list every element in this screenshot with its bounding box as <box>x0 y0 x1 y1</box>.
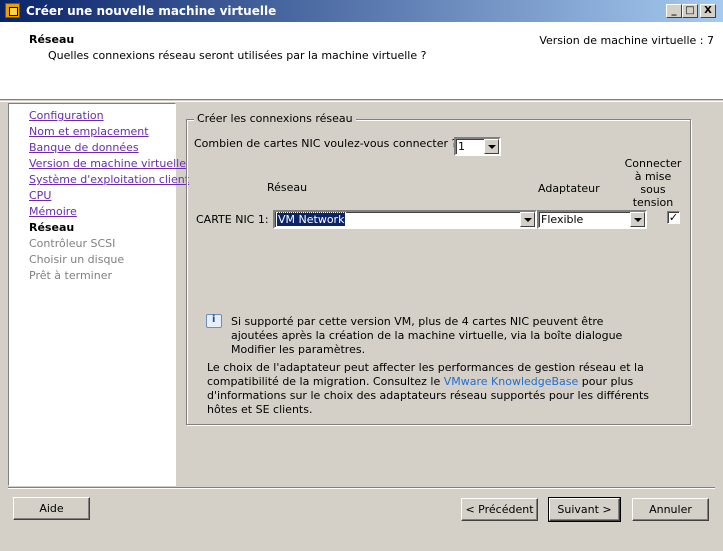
nic-1-adapter-value: Flexible <box>541 213 584 226</box>
nic-count-value: 1 <box>458 140 465 153</box>
next-button[interactable]: Suivant > <box>548 497 621 522</box>
column-header-adapter: Adaptateur <box>538 182 600 195</box>
group-title: Créer les connexions réseau <box>194 112 356 125</box>
nav-step-memory[interactable]: Mémoire <box>29 205 77 218</box>
close-button[interactable]: X <box>700 4 716 18</box>
info-icon <box>206 314 222 328</box>
info-text: Si supporté par cette version VM, plus d… <box>231 315 623 356</box>
title-bar[interactable]: Créer une nouvelle machine virtuelle _ □… <box>0 0 723 22</box>
cancel-button[interactable]: Annuler <box>632 498 709 521</box>
chevron-down-icon[interactable] <box>520 212 535 227</box>
wizard-header: Réseau Quelles connexions réseau seront … <box>0 22 723 100</box>
nic-1-network-select[interactable]: VM Network <box>273 210 537 229</box>
nic-count-label: Combien de cartes NIC voulez-vous connec… <box>194 137 458 150</box>
nav-step-name-location[interactable]: Nom et emplacement <box>29 125 149 138</box>
nav-step-ready: Prêt à terminer <box>29 269 112 282</box>
nav-step-select-disk: Choisir un disque <box>29 253 125 266</box>
knowledgebase-link[interactable]: VMware KnowledgeBase <box>444 375 579 388</box>
header-divider <box>0 101 723 102</box>
vm-app-icon <box>5 3 20 18</box>
window-title: Créer une nouvelle machine virtuelle <box>26 4 277 18</box>
nav-step-network: Réseau <box>29 221 75 234</box>
minimize-button[interactable]: _ <box>666 4 682 18</box>
nav-step-datastore[interactable]: Banque de données <box>29 141 139 154</box>
column-header-connect-power-on: Connecter à mise sous tension <box>624 157 682 209</box>
back-button[interactable]: < Précédent <box>461 498 538 521</box>
nav-step-vm-version[interactable]: Version de machine virtuelle <box>29 157 186 170</box>
nav-step-configuration[interactable]: Configuration <box>29 109 104 122</box>
column-header-network: Réseau <box>267 181 308 194</box>
vm-version-label: Version de machine virtuelle : 7 <box>539 34 714 47</box>
nic-1-network-value: VM Network <box>275 212 347 227</box>
adapter-help-text: Le choix de l'adaptateur peut affecter l… <box>207 361 677 417</box>
chevron-down-icon[interactable] <box>484 139 499 154</box>
maximize-button[interactable]: □ <box>682 4 698 18</box>
nav-step-cpu[interactable]: CPU <box>29 189 51 202</box>
nic-1-label: CARTE NIC 1: <box>196 213 269 226</box>
nic-1-connect-checkbox[interactable]: ✓ <box>667 211 680 224</box>
nic-1-adapter-select[interactable]: Flexible <box>537 210 647 229</box>
nav-step-scsi-controller: Contrôleur SCSI <box>29 237 116 250</box>
chevron-down-icon[interactable] <box>630 212 645 227</box>
help-button[interactable]: Aide <box>13 497 90 520</box>
page-subtitle: Quelles connexions réseau seront utilisé… <box>48 49 427 62</box>
nic-count-select[interactable]: 1 <box>454 137 501 156</box>
nav-step-guest-os[interactable]: Système d'exploitation client <box>29 173 189 186</box>
wizard-steps-nav: Configuration Nom et emplacement Banque … <box>8 103 189 486</box>
footer-divider-highlight <box>8 488 715 489</box>
page-title: Réseau <box>29 33 75 46</box>
